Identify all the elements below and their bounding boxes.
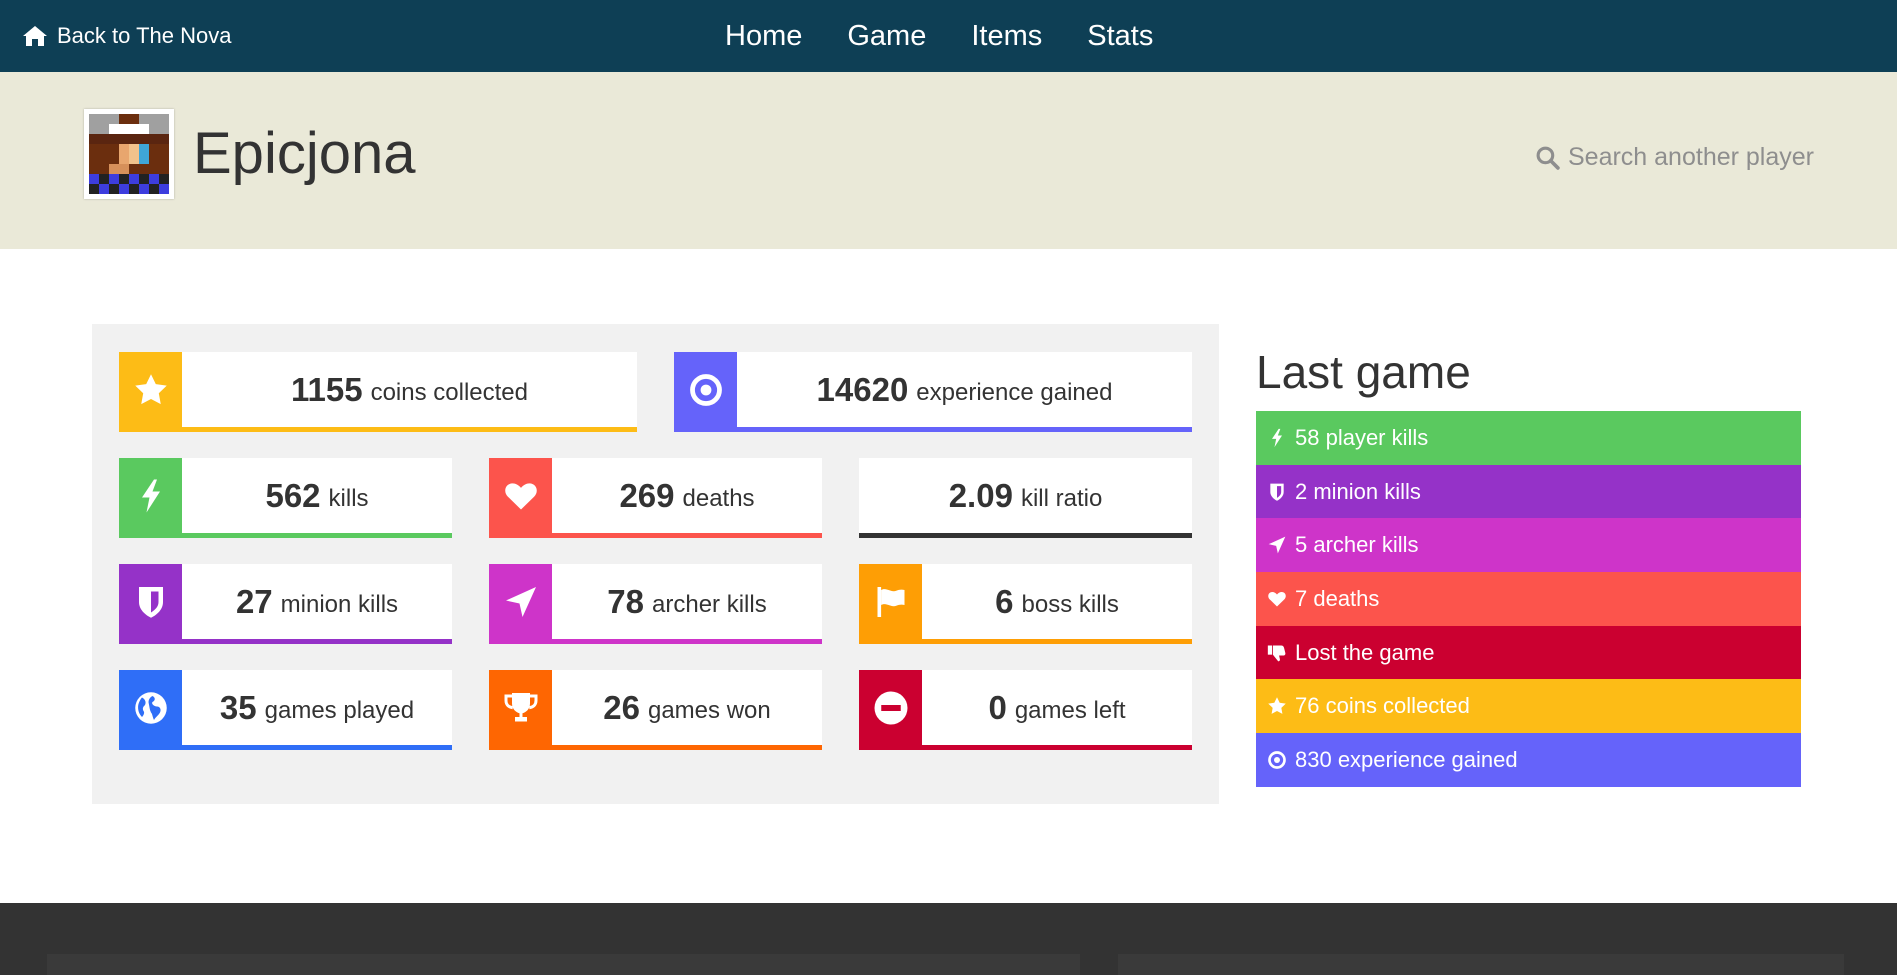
player-skin-image (89, 114, 169, 194)
last-game-item: 7 deaths (1256, 572, 1801, 626)
stat-card-archer-kills: 78 archer kills (489, 564, 822, 644)
stat-label: experience gained (916, 378, 1113, 406)
back-to-nova-link[interactable]: Back to The Nova (22, 20, 231, 52)
globe-icon (134, 691, 167, 724)
trophy-icon (504, 692, 537, 721)
location-arrow-icon (1268, 536, 1286, 554)
stat-label: deaths (682, 484, 755, 512)
avatar (84, 109, 174, 199)
last-game-item-text: 5 archer kills (1295, 532, 1419, 558)
bolt-icon (141, 479, 160, 512)
last-game-list: 58 player kills 2 minion kills 5 archer … (1256, 411, 1801, 787)
last-game-item-text: 7 deaths (1295, 585, 1380, 611)
footer-panel-right (1118, 954, 1844, 975)
footer-panel-left (47, 954, 1080, 975)
star-icon (134, 373, 167, 404)
last-game-item-text: 830 experience gained (1295, 746, 1518, 772)
last-game-item-text: Lost the game (1295, 639, 1435, 665)
stat-value: 269 (619, 476, 675, 514)
footer (0, 903, 1897, 975)
stat-label: archer kills (652, 590, 767, 618)
flag-icon (877, 586, 904, 617)
stat-value: 0 (988, 688, 1007, 726)
last-game-item-text: 76 coins collected (1295, 693, 1470, 719)
nav-home[interactable]: Home (725, 20, 802, 53)
nav-stats[interactable]: Stats (1087, 20, 1153, 53)
last-game-title: Last game (1256, 346, 1471, 398)
stat-value: 35 (219, 688, 257, 726)
stat-label: boss kills (1021, 590, 1119, 618)
search-placeholder: Search another player (1568, 142, 1814, 171)
stat-value: 562 (265, 476, 321, 514)
stat-label: coins collected (370, 378, 528, 406)
stat-label: kills (328, 484, 369, 512)
profile-header: Epicjona Search another player (0, 72, 1897, 249)
top-navbar: Back to The Nova Home Game Items Stats (0, 0, 1897, 72)
stat-value: 78 (607, 582, 644, 620)
thumbs-down-icon (1267, 645, 1286, 661)
player-name: Epicjona (193, 121, 416, 186)
stat-value: 27 (235, 582, 273, 620)
heart-icon (1268, 591, 1286, 607)
stat-card-kills: 562 kills (119, 458, 452, 538)
stat-value: 14620 (816, 370, 909, 408)
stat-value: 2.09 (948, 476, 1013, 514)
shield-icon (138, 586, 163, 618)
target-icon (689, 373, 722, 406)
home-icon (23, 26, 47, 46)
target-icon (1268, 751, 1286, 769)
last-game-item-text: 2 minion kills (1295, 478, 1421, 504)
last-game-item: Lost the game (1256, 625, 1801, 680)
search-player-input[interactable]: Search another player (1535, 138, 1814, 176)
stat-label: kill ratio (1020, 484, 1103, 512)
last-game-item: 2 minion kills (1256, 464, 1801, 519)
nav-game[interactable]: Game (847, 20, 926, 53)
back-link-label: Back to The Nova (57, 23, 232, 48)
stat-label: games played (264, 696, 415, 724)
stat-card-games-played: 35 games played (119, 670, 452, 750)
shield-icon (1270, 483, 1284, 501)
last-game-item: 830 experience gained (1256, 733, 1801, 787)
last-game-item-text: 58 player kills (1295, 424, 1429, 450)
heart-icon (504, 482, 537, 509)
star-icon (1268, 697, 1286, 715)
bolt-icon (1272, 428, 1282, 448)
last-game-item: 58 player kills (1256, 411, 1801, 465)
location-arrow-icon (505, 586, 536, 617)
stat-card-kill-ratio: 2.09 kill ratio (859, 458, 1192, 538)
stat-label: minion kills (280, 590, 399, 618)
stat-label: games left (1014, 696, 1126, 724)
stat-card-deaths: 269 deaths (489, 458, 822, 538)
stat-card-minion-kills: 27 minion kills (119, 564, 452, 644)
stat-card-games-won: 26 games won (489, 670, 822, 750)
stat-value: 1155 (290, 370, 363, 408)
search-icon (1536, 146, 1560, 170)
last-game-item: 76 coins collected (1256, 679, 1801, 734)
stat-card-experience: 14620 experience gained (674, 352, 1192, 432)
stat-value: 26 (603, 688, 640, 726)
nav-items[interactable]: Items (971, 20, 1042, 53)
stat-card-games-left: 0 games left (859, 670, 1192, 750)
stat-card-coins: 1155 coins collected (119, 352, 637, 432)
stat-card-boss-kills: 6 boss kills (859, 564, 1192, 644)
last-game-item: 5 archer kills (1256, 518, 1801, 573)
stat-value: 6 (995, 582, 1014, 620)
stats-panel: 1155 coins collected 14620 experience ga… (92, 324, 1219, 804)
stat-label: games won (647, 696, 771, 724)
minus-circle-icon (874, 691, 907, 724)
main-nav: Home Game Items Stats (725, 14, 1153, 58)
